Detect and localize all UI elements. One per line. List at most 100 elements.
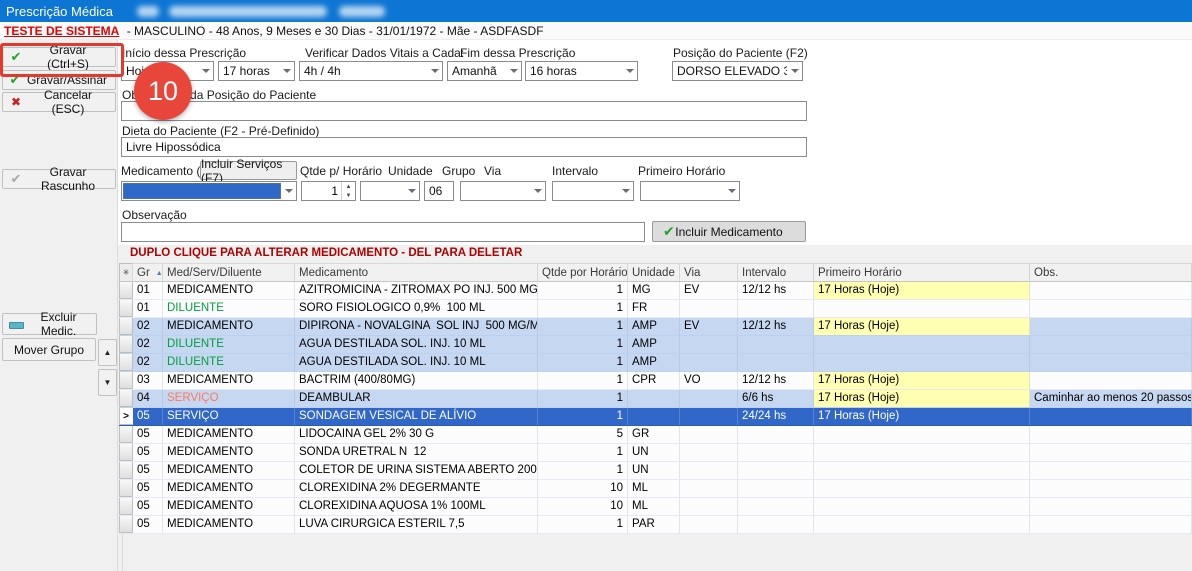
cell-unidade[interactable]: UN xyxy=(628,444,680,461)
spinner-up-icon[interactable]: ▲ xyxy=(342,182,355,191)
row-selector[interactable] xyxy=(119,282,133,299)
spinner-down-icon[interactable]: ▼ xyxy=(342,191,355,200)
table-row[interactable]: 03MEDICAMENTOBACTRIM (400/80MG)1CPRVO12/… xyxy=(119,372,1192,390)
cell-unidade[interactable]: UN xyxy=(628,462,680,479)
cell-primeiro-horario[interactable] xyxy=(814,444,1030,461)
row-selector[interactable] xyxy=(119,336,133,353)
fim-date-select[interactable]: Amanhã xyxy=(447,61,522,81)
cell-medicamento[interactable]: DEAMBULAR xyxy=(295,390,538,407)
cell-primeiro-horario[interactable] xyxy=(814,336,1030,353)
cell-unidade[interactable]: MG xyxy=(628,282,680,299)
row-selector[interactable] xyxy=(119,462,133,479)
cell-tipo[interactable]: MEDICAMENTO xyxy=(163,372,295,389)
cell-tipo[interactable]: MEDICAMENTO xyxy=(163,444,295,461)
cell-primeiro-horario[interactable]: 17 Horas (Hoje) xyxy=(814,390,1030,407)
row-selector[interactable] xyxy=(119,354,133,371)
cell-primeiro-horario[interactable] xyxy=(814,300,1030,317)
column-header[interactable]: Via xyxy=(680,263,738,282)
cell-via[interactable] xyxy=(680,354,738,371)
cell-intervalo[interactable] xyxy=(738,426,814,443)
cell-grupo[interactable]: 02 xyxy=(133,336,163,353)
incluir-medicamento-button[interactable]: ✔ Incluir Medicamento xyxy=(652,221,806,242)
cell-tipo[interactable]: DILUENTE xyxy=(163,354,295,371)
column-header[interactable]: Gr▲ xyxy=(133,263,163,282)
cell-obs[interactable] xyxy=(1030,498,1192,515)
row-selector[interactable] xyxy=(119,444,133,461)
cell-primeiro-horario[interactable]: 17 Horas (Hoje) xyxy=(814,282,1030,299)
cell-tipo[interactable]: MEDICAMENTO xyxy=(163,426,295,443)
cell-intervalo[interactable] xyxy=(738,516,814,533)
cell-via[interactable] xyxy=(680,462,738,479)
cell-intervalo[interactable] xyxy=(738,354,814,371)
observacao-input[interactable] xyxy=(121,222,645,242)
cell-unidade[interactable] xyxy=(628,390,680,407)
cell-primeiro-horario[interactable]: 17 Horas (Hoje) xyxy=(814,318,1030,335)
cell-qtde[interactable]: 5 xyxy=(538,426,628,443)
cell-via[interactable] xyxy=(680,516,738,533)
table-row[interactable]: 05MEDICAMENTOSONDA URETRAL N 121UN xyxy=(119,444,1192,462)
cell-unidade[interactable] xyxy=(628,408,680,425)
cell-primeiro-horario[interactable] xyxy=(814,354,1030,371)
table-row[interactable]: 01DILUENTESORO FISIOLOGICO 0,9% 100 ML1F… xyxy=(119,300,1192,318)
cell-intervalo[interactable] xyxy=(738,300,814,317)
save-sign-button[interactable]: ✔ Gravar/Assinar xyxy=(2,70,116,90)
cell-via[interactable]: VO xyxy=(680,372,738,389)
obs-posicao-input[interactable] xyxy=(121,101,807,121)
posicao-select[interactable]: DORSO ELEVADO 30 G xyxy=(672,61,803,81)
cell-unidade[interactable]: GR xyxy=(628,426,680,443)
cell-medicamento[interactable]: AGUA DESTILADA SOL. INJ. 10 ML xyxy=(295,336,538,353)
cell-intervalo[interactable]: 12/12 hs xyxy=(738,318,814,335)
cell-obs[interactable] xyxy=(1030,462,1192,479)
qtde-stepper[interactable]: 1 ▲ ▼ xyxy=(301,181,356,201)
cell-medicamento[interactable]: CLOREXIDINA 2% DEGERMANTE xyxy=(295,480,538,497)
table-row[interactable]: 02DILUENTEAGUA DESTILADA SOL. INJ. 10 ML… xyxy=(119,354,1192,372)
unidade-select[interactable] xyxy=(360,181,420,201)
via-select[interactable] xyxy=(460,181,546,201)
save-button[interactable]: ✔ Gravar (Ctrl+S) xyxy=(2,47,116,67)
medicamento-select[interactable] xyxy=(121,181,297,201)
delete-medication-button[interactable]: Excluir Medic. xyxy=(2,313,97,335)
cell-qtde[interactable]: 1 xyxy=(538,336,628,353)
table-row[interactable]: 02DILUENTEAGUA DESTILADA SOL. INJ. 10 ML… xyxy=(119,336,1192,354)
table-row[interactable]: 05MEDICAMENTOCLOREXIDINA 2% DEGERMANTE10… xyxy=(119,480,1192,498)
cell-grupo[interactable]: 05 xyxy=(133,426,163,443)
cell-obs[interactable] xyxy=(1030,318,1192,335)
cell-tipo[interactable]: SERVIÇO xyxy=(163,390,295,407)
cell-medicamento[interactable]: SONDAGEM VESICAL DE ALÍVIO xyxy=(295,408,538,425)
cell-unidade[interactable]: AMP xyxy=(628,354,680,371)
row-selector[interactable] xyxy=(119,426,133,443)
cell-grupo[interactable]: 01 xyxy=(133,300,163,317)
table-row[interactable]: 02MEDICAMENTODIPIRONA - NOVALGINA SOL IN… xyxy=(119,318,1192,336)
cell-medicamento[interactable]: SONDA URETRAL N 12 xyxy=(295,444,538,461)
column-header[interactable]: Unidade xyxy=(628,263,680,282)
cell-via[interactable] xyxy=(680,336,738,353)
move-group-up-button[interactable]: ▲ xyxy=(98,339,117,366)
cell-obs[interactable] xyxy=(1030,480,1192,497)
cell-qtde[interactable]: 10 xyxy=(538,480,628,497)
cell-medicamento[interactable]: LIDOCAINA GEL 2% 30 G xyxy=(295,426,538,443)
save-draft-button[interactable]: ✔ Gravar Rascunho xyxy=(2,169,116,189)
cell-tipo[interactable]: SERVIÇO xyxy=(163,408,295,425)
cell-via[interactable] xyxy=(680,300,738,317)
cell-obs[interactable] xyxy=(1030,354,1192,371)
column-header[interactable]: Obs. xyxy=(1030,263,1192,282)
cell-primeiro-horario[interactable] xyxy=(814,426,1030,443)
cell-medicamento[interactable]: DIPIRONA - NOVALGINA SOL INJ 500 MG/ML 2 xyxy=(295,318,538,335)
inicio-time-select[interactable]: 17 horas xyxy=(218,61,295,81)
cell-primeiro-horario[interactable] xyxy=(814,516,1030,533)
cell-obs[interactable] xyxy=(1030,336,1192,353)
cell-via[interactable] xyxy=(680,480,738,497)
cell-primeiro-horario[interactable] xyxy=(814,480,1030,497)
cell-tipo[interactable]: DILUENTE xyxy=(163,300,295,317)
row-pointer-icon[interactable]: > xyxy=(119,408,133,425)
cell-via[interactable]: EV xyxy=(680,282,738,299)
cell-obs[interactable] xyxy=(1030,426,1192,443)
cell-intervalo[interactable]: 12/12 hs xyxy=(738,282,814,299)
cell-unidade[interactable]: ML xyxy=(628,480,680,497)
cell-tipo[interactable]: MEDICAMENTO xyxy=(163,498,295,515)
row-selector[interactable] xyxy=(119,498,133,515)
row-selector[interactable] xyxy=(119,372,133,389)
cell-medicamento[interactable]: COLETOR DE URINA SISTEMA ABERTO 2000ML xyxy=(295,462,538,479)
cell-medicamento[interactable]: CLOREXIDINA AQUOSA 1% 100ML xyxy=(295,498,538,515)
grupo-input[interactable] xyxy=(424,181,454,201)
